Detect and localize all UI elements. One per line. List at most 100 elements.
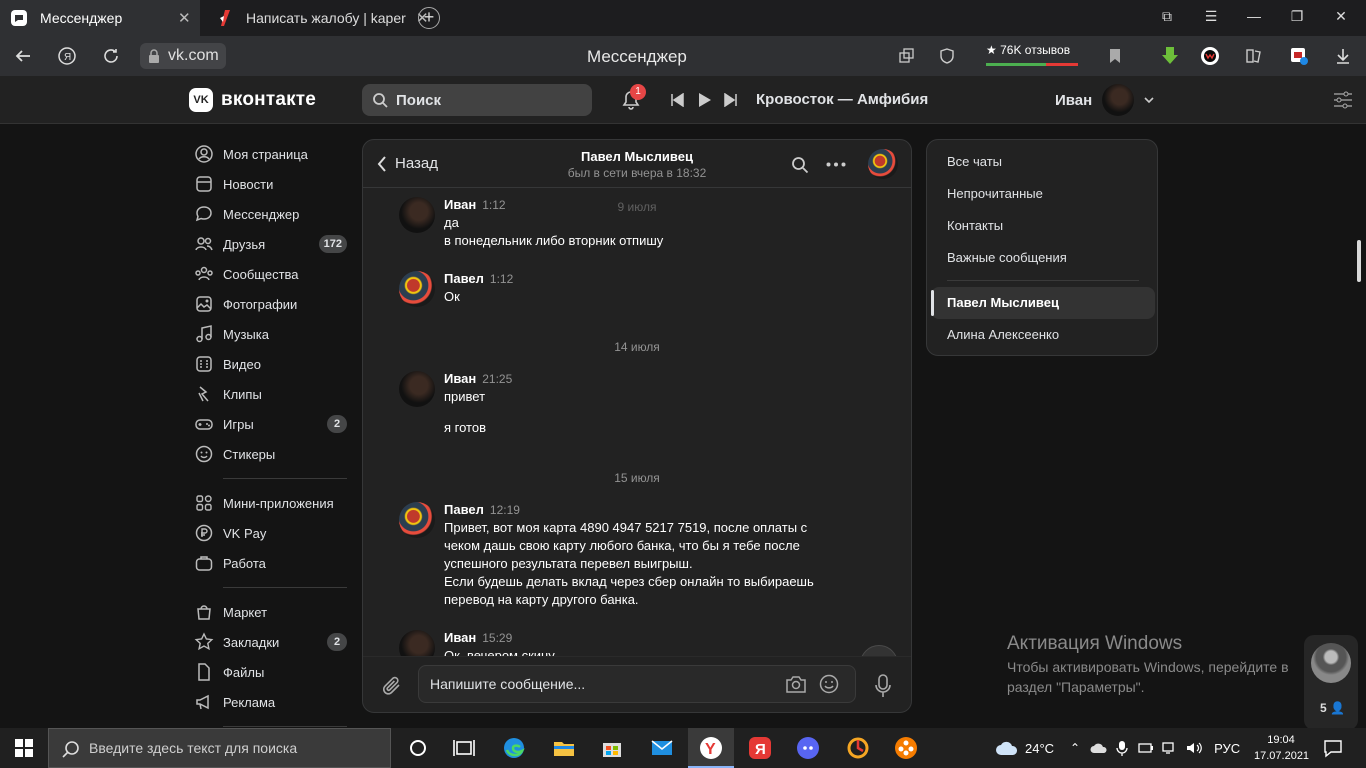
play-icon[interactable] [696,92,712,108]
battery-icon[interactable] [1138,741,1154,755]
menu-item-photos[interactable]: Фотографии [189,289,349,319]
author-avatar[interactable] [399,630,435,656]
task-view-icon[interactable] [452,736,476,760]
collections-icon[interactable] [1245,47,1263,65]
message-author[interactable]: Иван 15:29 [444,630,512,645]
previous-track-icon[interactable] [670,92,684,107]
next-track-icon[interactable] [724,92,738,107]
emoji-icon[interactable] [819,674,839,694]
folder-all-chats[interactable]: Все чаты [947,154,1002,169]
cortana-icon[interactable] [406,736,430,760]
author-avatar[interactable] [399,502,435,538]
store-icon[interactable] [600,736,624,760]
restore-icon[interactable]: ❐ [1287,8,1307,28]
menu-item-my-page[interactable]: Моя страница [189,139,349,169]
settings-sliders-icon[interactable] [1333,91,1353,109]
microphone-icon[interactable] [875,674,891,698]
author-avatar[interactable] [399,271,435,307]
account-icon[interactable] [1289,46,1309,66]
chat-bubbles-widget[interactable]: 5 👤 [1304,635,1358,730]
back-arrow-icon[interactable] [14,47,32,65]
menu-item-games[interactable]: Игры 2 [189,409,349,439]
tabs-manager-icon[interactable]: ⧉ [1157,8,1177,28]
author-avatar[interactable] [399,371,435,407]
menu-item-clips[interactable]: Клипы [189,379,349,409]
yandex-icon[interactable]: Я [58,47,76,65]
message-author[interactable]: Павел 1:12 [444,271,513,286]
media-player-icon[interactable] [894,736,918,760]
menu-item-bookmarks[interactable]: Закладки 2 [189,627,349,657]
folder-unread[interactable]: Непрочитанные [947,186,1043,201]
close-tab-icon[interactable]: ✕ [178,9,191,27]
folder-important[interactable]: Важные сообщения [947,250,1067,265]
chat-item-pavel[interactable]: Павел Мысливец [947,295,1059,310]
microphone-icon[interactable] [1116,740,1128,756]
menu-item-ads[interactable]: Реклама [189,687,349,717]
weather-cloud-icon[interactable] [995,739,1019,757]
file-explorer-icon[interactable] [552,736,576,760]
menu-item-video[interactable]: Видео [189,349,349,379]
download-arrow-icon[interactable] [1160,46,1180,66]
user-menu[interactable]: Иван [1055,84,1154,116]
tab-messenger[interactable]: Мессенджер ✕ [0,0,200,36]
menu-item-vk-pay[interactable]: VK Pay [189,518,349,548]
new-tab-button[interactable]: + [418,7,440,29]
onedrive-icon[interactable] [1090,741,1108,755]
menu-item-messenger[interactable]: Мессенджер [189,199,349,229]
minimize-icon[interactable]: — [1244,8,1264,28]
volume-icon[interactable] [1186,741,1204,755]
taskbar-active-app[interactable]: Y [688,728,734,768]
search-input[interactable]: Поиск [362,84,592,116]
discord-icon[interactable] [796,736,820,760]
chevron-up-icon[interactable]: ⌃ [1070,741,1080,755]
url-field[interactable]: vk.com [140,43,226,69]
menu-item-communities[interactable]: Сообщества [189,259,349,289]
notifications-icon[interactable] [1323,738,1343,758]
taskbar-clock[interactable]: 19:04 17.07.2021 [1254,732,1309,764]
menu-item-market[interactable]: Маркет [189,597,349,627]
message-author[interactable]: Павел 12:19 [444,502,520,517]
menu-icon[interactable]: ☰ [1201,8,1221,28]
camera-icon[interactable] [785,674,807,694]
taskbar-search-input[interactable]: Введите здесь текст для поиска [48,728,391,768]
menu-item-friends[interactable]: Друзья 172 [189,229,349,259]
edge-icon[interactable] [502,736,526,760]
author-avatar[interactable] [399,197,435,233]
menu-item-work[interactable]: Работа [189,548,349,578]
app-circle-icon[interactable] [846,736,870,760]
copy-icon[interactable] [898,47,916,65]
vk-extension-icon[interactable] [1200,46,1220,66]
chat-item-alina[interactable]: Алина Алексеенко [947,327,1059,342]
reviews-widget[interactable]: ★ 76K отзывов [986,43,1078,66]
more-icon[interactable] [826,162,846,167]
message-input[interactable]: Напишите сообщение... [418,665,856,703]
mail-icon[interactable] [650,736,674,760]
protect-icon[interactable] [938,47,956,65]
yandex-icon[interactable]: Я [748,736,772,760]
message-author[interactable]: Иван 1:12 [444,197,506,212]
track-title[interactable]: Кровосток — Амфибия [756,91,928,108]
menu-item-stickers[interactable]: Стикеры [189,439,349,469]
network-icon[interactable] [1162,741,1178,755]
tab-complaint[interactable]: Написать жалобу | kaper.p ✕ [210,0,442,36]
reload-icon[interactable] [102,47,120,65]
menu-item-music[interactable]: Музыка [189,319,349,349]
vk-logo[interactable]: VK вконтакте [189,88,316,112]
attach-icon[interactable] [381,675,403,697]
scroll-down-button[interactable] [860,645,898,656]
input-language[interactable]: РУС [1214,741,1240,756]
contact-avatar[interactable] [868,149,898,179]
menu-item-files[interactable]: Файлы [189,657,349,687]
menu-item-news[interactable]: Новости [189,169,349,199]
page-scrollbar[interactable] [1357,240,1361,282]
windows-start-icon[interactable] [14,738,34,758]
message-author[interactable]: Иван 21:25 [444,371,512,386]
close-window-icon[interactable]: ✕ [1331,8,1351,28]
menu-item-mini-apps[interactable]: Мини-приложения [189,488,349,518]
search-icon[interactable] [791,156,809,174]
downloads-icon[interactable] [1334,47,1352,65]
bookmark-icon[interactable] [1106,47,1124,65]
folder-contacts[interactable]: Контакты [947,218,1003,233]
weather-temp[interactable]: 24°C [1025,741,1054,756]
bubble-avatar[interactable] [1311,643,1351,683]
